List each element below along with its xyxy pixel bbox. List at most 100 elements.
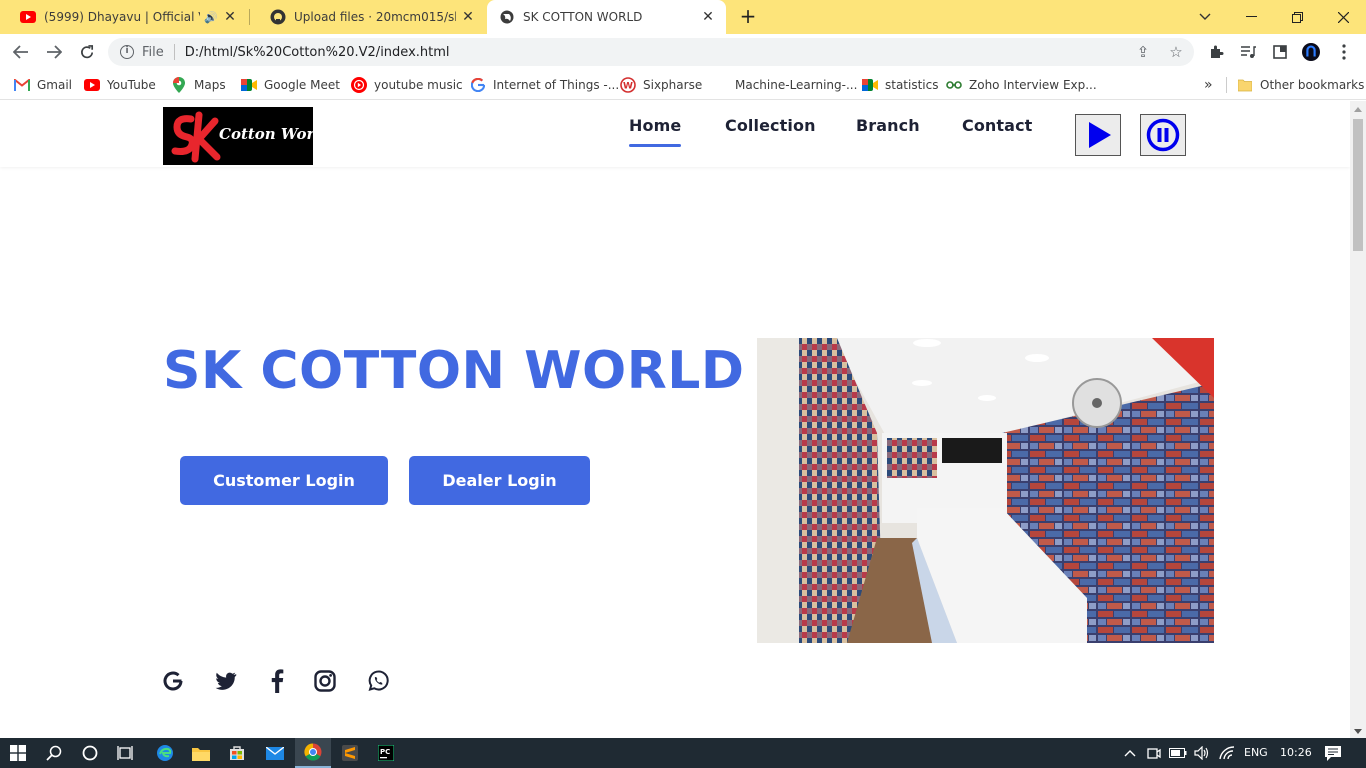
page-scrollbar[interactable] [1350,101,1366,738]
bookmark-star-icon[interactable]: ☆ [1168,44,1184,60]
youtube-music-icon [351,77,367,93]
zoho-icon [946,77,962,93]
svg-text:W: W [623,82,633,92]
url-scheme: File [142,44,164,60]
forward-button[interactable] [42,40,66,64]
close-window-button[interactable] [1320,0,1366,34]
more-options-icon[interactable] [1335,43,1353,61]
language-indicator[interactable]: ENG [1244,746,1268,759]
bookmark-maps[interactable]: Maps [171,76,226,94]
youtube-icon [20,9,36,25]
scrollbar-thumb[interactable] [1353,119,1363,251]
scroll-up-arrow-icon[interactable] [1354,107,1362,112]
reload-button[interactable] [75,40,99,64]
site-header: Cotton World Home Collection Branch Cont… [0,101,1350,167]
close-icon[interactable]: ✕ [222,9,238,25]
minimize-button[interactable] [1228,0,1274,34]
audio-icon[interactable]: 🔊 [204,11,218,24]
page-viewport: Cotton World Home Collection Branch Cont… [0,101,1350,738]
extensions-icon[interactable] [1207,43,1225,61]
nav-contact[interactable]: Contact [962,116,1032,135]
file-explorer-icon[interactable] [183,738,219,768]
share-icon[interactable]: ⇪ [1135,44,1151,60]
globe-icon [499,9,515,25]
bookmark-machine-learning[interactable]: Machine-Learning-... [712,76,857,94]
browser-tab-strip: (5999) Dhayavu | Official Video 🔊 ✕ Uplo… [0,0,1366,34]
browser-toolbar: i File D:/html/Sk%20Cotton%20.V2/index.h… [0,34,1366,70]
instagram-icon[interactable] [312,668,338,694]
play-icon [1089,122,1111,148]
pause-button[interactable] [1140,114,1186,156]
nav-collection[interactable]: Collection [725,116,816,135]
bookmark-label: Google Meet [264,78,340,92]
address-bar[interactable]: i File D:/html/Sk%20Cotton%20.V2/index.h… [108,38,1194,66]
close-icon[interactable]: ✕ [700,9,716,25]
edge-icon[interactable] [147,738,183,768]
bookmark-youtube[interactable]: YouTube [84,76,156,94]
tab-sk-cotton-world[interactable]: SK COTTON WORLD ✕ [487,0,726,34]
scroll-down-arrow-icon[interactable] [1354,729,1362,734]
mail-icon[interactable] [257,738,293,768]
pause-icon [1146,118,1180,152]
cortana-icon[interactable] [72,738,108,768]
pycharm-icon[interactable]: PC [368,738,404,768]
media-control-icon[interactable] [1239,43,1257,61]
tab-title: Upload files · 20mcm015/sk_cotton [294,10,456,24]
nav-home[interactable]: Home [629,116,682,147]
bookmarks-overflow-button[interactable]: » [1204,76,1213,94]
whatsapp-icon[interactable] [365,668,391,694]
facebook-icon[interactable] [264,668,290,694]
start-button[interactable] [0,738,36,768]
bookmark-gmail[interactable]: Gmail [14,76,72,94]
youtube-icon [84,77,100,93]
bookmark-label: Sixpharse [643,78,703,92]
dealer-login-button[interactable]: Dealer Login [409,456,590,505]
notifications-icon[interactable] [1320,738,1346,768]
tab-youtube[interactable]: (5999) Dhayavu | Official Video 🔊 ✕ [0,0,248,34]
chrome-taskbar-icon[interactable] [295,738,331,768]
google-icon[interactable] [160,668,186,694]
google-icon [470,77,486,93]
sublime-text-icon[interactable] [332,738,368,768]
site-logo[interactable]: Cotton World [163,107,313,165]
meet-now-icon[interactable] [1142,738,1166,768]
volume-icon[interactable] [1190,738,1214,768]
task-view-icon[interactable] [108,738,144,768]
other-bookmarks[interactable]: Other bookmarks [1237,76,1364,94]
customer-login-button[interactable]: Customer Login [180,456,388,505]
url-text[interactable]: D:/html/Sk%20Cotton%20.V2/index.html [185,45,450,60]
meet-icon [241,77,257,93]
tab-title: (5999) Dhayavu | Official Video [44,10,200,24]
bookmark-internet-of-things[interactable]: Internet of Things -... [470,76,619,94]
gmail-icon [14,77,30,93]
tab-github[interactable]: Upload files · 20mcm015/sk_cotton ✕ [250,0,486,34]
battery-icon[interactable] [1166,738,1190,768]
restore-button[interactable] [1274,0,1320,34]
divider [173,44,175,60]
bookmark-label: Maps [194,78,226,92]
bookmark-zoho[interactable]: Zoho Interview Exp... [946,76,1097,94]
store-icon[interactable] [219,738,255,768]
bookmark-statistics[interactable]: statistics [862,76,939,94]
new-tab-button[interactable]: + [737,6,759,28]
play-button[interactable] [1075,114,1121,156]
reading-mode-icon[interactable] [1271,43,1289,61]
bookmark-google-meet[interactable]: Google Meet [241,76,340,94]
folder-icon [1237,77,1253,93]
bookmark-youtube-music[interactable]: youtube music [351,76,463,94]
close-icon[interactable]: ✕ [460,9,476,25]
profile-avatar[interactable] [1302,43,1320,61]
bookmark-label: Other bookmarks [1260,78,1365,92]
tab-search-icon[interactable] [1182,0,1228,34]
bookmark-sixpharse[interactable]: W Sixpharse [620,76,702,94]
show-hidden-icons-icon[interactable] [1118,738,1142,768]
info-icon[interactable]: i [120,45,134,59]
nav-branch[interactable]: Branch [856,116,920,135]
svg-text:PC: PC [380,748,390,756]
sixpharse-icon: W [620,77,636,93]
twitter-icon[interactable] [213,668,239,694]
back-button[interactable] [9,40,33,64]
wifi-icon[interactable] [1215,738,1239,768]
clock[interactable]: 10:26 [1280,746,1312,759]
search-icon[interactable] [36,738,72,768]
